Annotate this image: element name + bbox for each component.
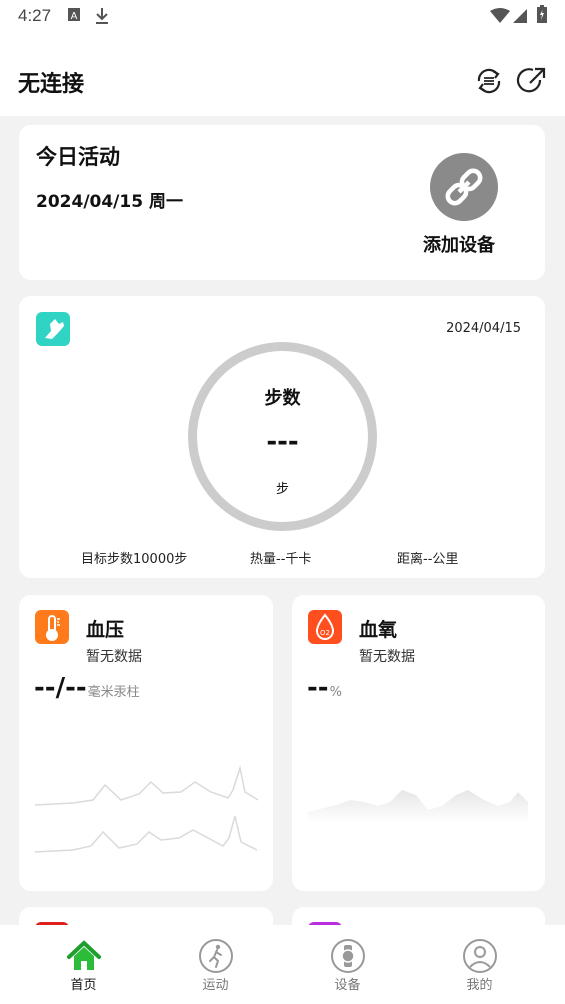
bp-title: 血压: [86, 619, 125, 641]
bp-unit: 毫米汞柱: [87, 685, 140, 700]
bp-status: 暂无数据: [86, 649, 142, 665]
nav-item-device[interactable]: 设备: [277, 925, 418, 1004]
steps-card[interactable]: 2024/04/15 步数 --- 步 目标步数10000步 热量--千卡 距离…: [19, 296, 545, 578]
spo2-area-chart: [308, 790, 528, 822]
svg-text:A: A: [71, 11, 78, 22]
add-device-label[interactable]: 添加设备: [423, 231, 495, 257]
bottom-navigation: 首页 运动 设备 我的: [0, 925, 565, 1004]
cellular-signal-icon: [513, 9, 527, 23]
bp-badge: [35, 610, 69, 644]
bp-sparkline: [34, 765, 259, 853]
nav-label-device: 设备: [334, 978, 361, 993]
steps-distance: 距离--公里: [397, 552, 459, 567]
oxygen-drop-icon: O2: [315, 613, 335, 640]
battery-icon: [537, 5, 547, 23]
today-activity-card: 今日活动 2024/04/15 周一 添加设备: [19, 125, 545, 280]
svg-text:O2: O2: [320, 629, 330, 637]
steps-ring-title: 步数: [264, 388, 301, 409]
connection-status-title: 无连接: [18, 72, 85, 97]
blood-pressure-card[interactable]: 血压 暂无数据 --/--毫米汞柱: [19, 595, 273, 891]
add-device-button[interactable]: [430, 153, 498, 221]
status-time: 4:27: [18, 6, 52, 25]
steps-unit: 步: [275, 482, 289, 497]
bp-value: --/--: [34, 673, 87, 703]
shoe-icon: [45, 319, 64, 339]
text-notification-icon: A: [68, 8, 80, 22]
steps-goal: 目标步数10000步: [81, 552, 188, 567]
spo2-title: 血氧: [359, 619, 398, 641]
spo2-value-row: --%: [307, 673, 342, 703]
share-button[interactable]: [516, 65, 548, 97]
thermometer-icon: [46, 615, 60, 641]
bp-value-row: --/--毫米汞柱: [34, 673, 140, 703]
today-date: 2024/04/15 周一: [36, 192, 183, 212]
today-activity-title: 今日活动: [36, 145, 120, 169]
app-bar: 无连接: [0, 32, 565, 116]
home-icon: [67, 940, 101, 970]
spo2-value: --: [307, 673, 329, 703]
download-icon: [96, 8, 108, 24]
link-icon: [445, 168, 483, 206]
nav-item-sport[interactable]: 运动: [145, 925, 286, 1004]
sync-button[interactable]: [473, 65, 505, 97]
nav-label-home: 首页: [70, 978, 97, 993]
steps-date: 2024/04/15: [446, 321, 521, 336]
steps-ring: 步数 --- 步: [188, 342, 377, 531]
steps-calories: 热量--千卡: [250, 552, 312, 567]
spo2-badge: O2: [308, 610, 342, 644]
status-bar: 4:27 A: [0, 0, 565, 32]
nav-item-home[interactable]: 首页: [13, 925, 154, 1004]
steps-value: ---: [266, 427, 299, 457]
running-icon: [199, 939, 233, 973]
nav-label-mine: 我的: [466, 978, 493, 993]
nav-label-sport: 运动: [202, 978, 229, 993]
nav-item-mine[interactable]: 我的: [409, 925, 550, 1004]
spo2-unit: %: [329, 685, 342, 700]
wifi-icon: [490, 8, 510, 23]
profile-icon: [463, 939, 497, 973]
watch-icon: [331, 939, 365, 973]
spo2-status: 暂无数据: [359, 649, 415, 665]
steps-badge: [36, 312, 70, 346]
blood-oxygen-card[interactable]: O2 血氧 暂无数据 --%: [292, 595, 545, 891]
